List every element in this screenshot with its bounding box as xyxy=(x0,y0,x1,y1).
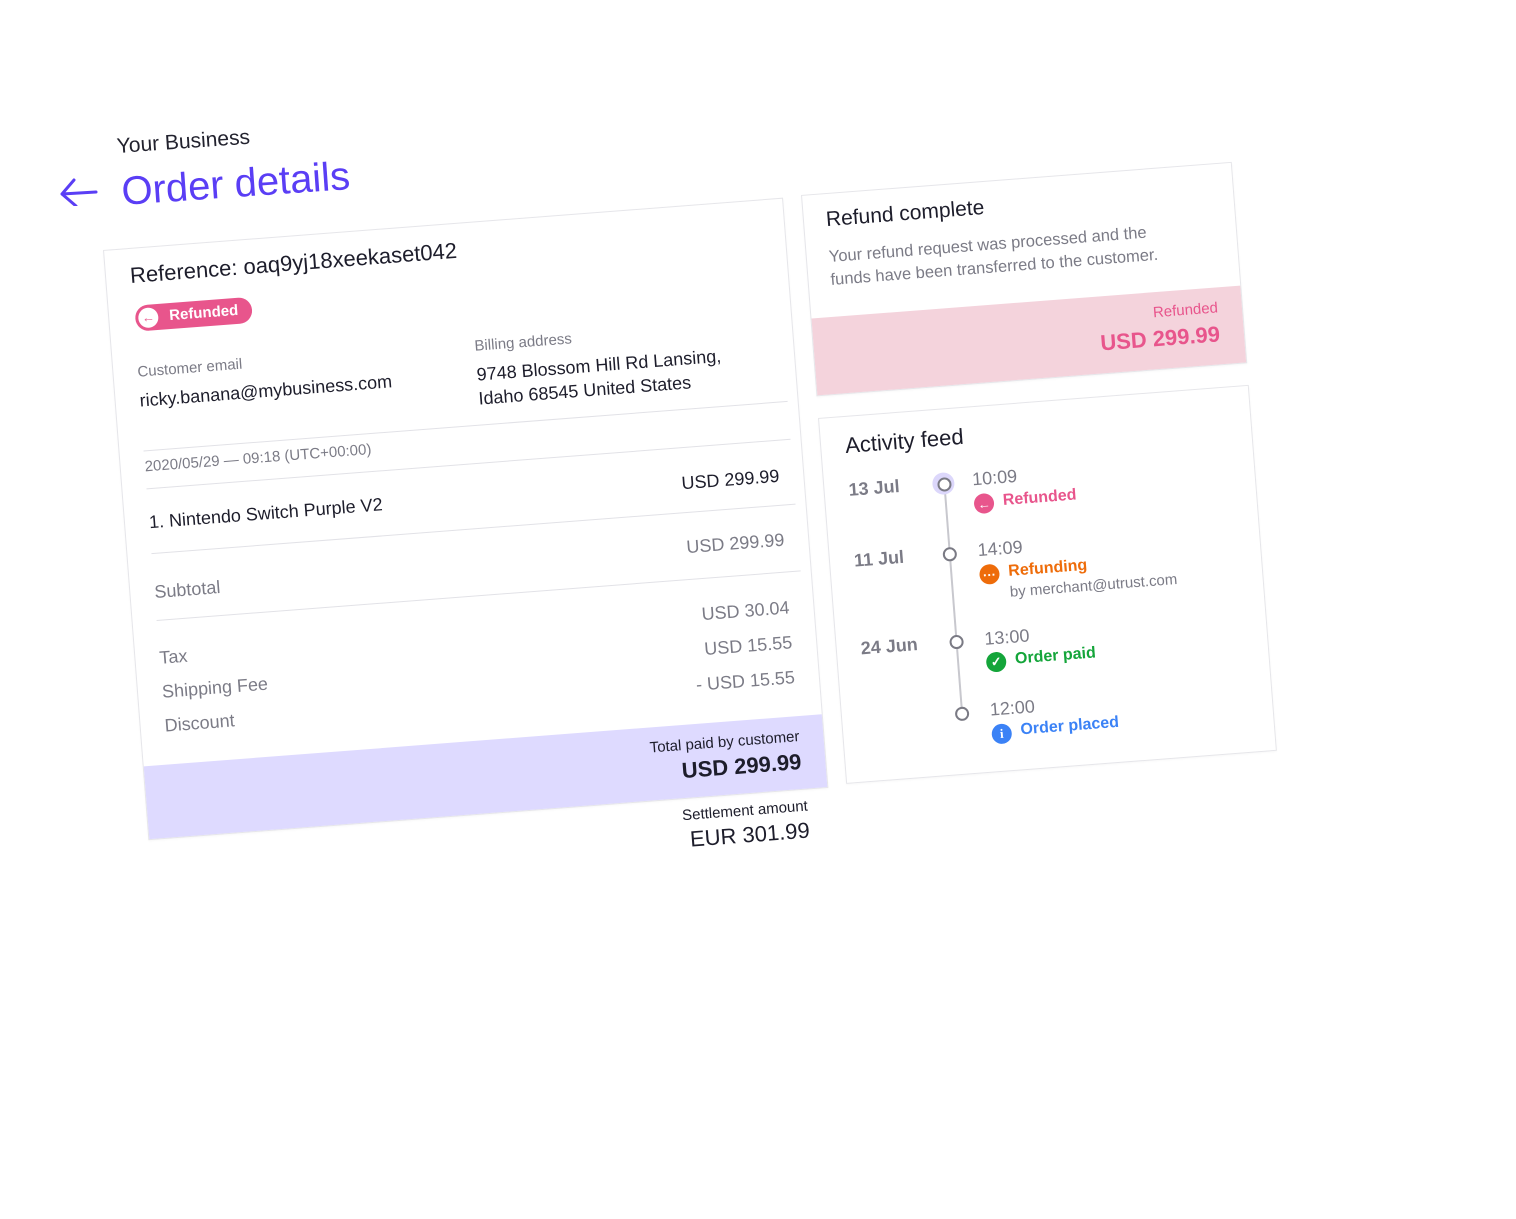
activity-title: Activity feed xyxy=(844,423,965,458)
page-title: Order details xyxy=(120,154,352,214)
customer-email-label: Customer email xyxy=(136,355,243,381)
order-card: Reference: oaq9yj18xeekaset042 ← Refunde… xyxy=(103,197,829,841)
subtotal-value: USD 299.99 xyxy=(685,529,785,558)
event-label: Order paid xyxy=(1014,644,1097,668)
refund-title: Refund complete xyxy=(825,196,986,232)
activity-card: Activity feed 13 Jul 10:09 ← Refunded 11… xyxy=(818,384,1277,784)
info-icon: i xyxy=(991,723,1013,745)
line-item: 1. Nintendo Switch Purple V2 xyxy=(148,494,384,533)
back-button[interactable] xyxy=(58,172,98,211)
reference-value: oaq9yj18xeekaset042 xyxy=(242,237,458,280)
timeline-node xyxy=(954,706,970,722)
tax-label: Tax xyxy=(158,645,189,668)
arrow-left-icon xyxy=(60,178,98,208)
ellipsis-icon: ··· xyxy=(978,563,1001,586)
refund-band: Refunded USD 299.99 xyxy=(811,285,1247,396)
subtotal-label: Subtotal xyxy=(153,577,222,603)
shipping-label: Shipping Fee xyxy=(161,673,269,702)
event-date: 13 Jul xyxy=(847,475,901,500)
arrow-left-icon: ← xyxy=(137,306,160,329)
tax-value: USD 30.04 xyxy=(700,597,791,625)
line-item-price: USD 299.99 xyxy=(680,465,781,494)
discount-label: Discount xyxy=(163,710,236,736)
shipping-value: USD 15.55 xyxy=(703,632,793,660)
arrow-left-icon: ← xyxy=(973,492,995,515)
timeline-node xyxy=(949,634,965,650)
event-time: 14:09 xyxy=(976,536,1024,561)
event-date: 11 Jul xyxy=(853,546,905,571)
event-time: 10:09 xyxy=(971,465,1018,490)
event-time: 12:00 xyxy=(989,696,1036,720)
check-icon: ✓ xyxy=(985,651,1007,673)
reference-label: Reference: xyxy=(129,254,239,288)
event-label: Refunded xyxy=(1002,486,1078,510)
timeline-node xyxy=(942,546,958,562)
total-value: USD 299.99 xyxy=(680,748,803,784)
event-label: Order placed xyxy=(1019,713,1120,739)
refund-status: Refunded xyxy=(1152,299,1219,322)
refund-card: Refund complete Your refund request was … xyxy=(801,161,1248,397)
billing-label: Billing address xyxy=(473,330,573,355)
discount-value: - USD 15.55 xyxy=(695,667,796,695)
order-date: 2020/05/29 — 09:18 (UTC+00:00) xyxy=(144,441,372,476)
reference: Reference: oaq9yj18xeekaset042 xyxy=(129,238,458,289)
timeline-line xyxy=(943,483,964,715)
event-label: Refunding xyxy=(1007,556,1088,580)
business-name: Your Business xyxy=(116,125,251,158)
event-time: 13:00 xyxy=(983,625,1031,649)
status-badge: ← Refunded xyxy=(134,296,254,332)
refund-amount: USD 299.99 xyxy=(1099,321,1221,356)
event-date: 24 Jun xyxy=(860,634,919,659)
status-label: Refunded xyxy=(168,301,239,325)
